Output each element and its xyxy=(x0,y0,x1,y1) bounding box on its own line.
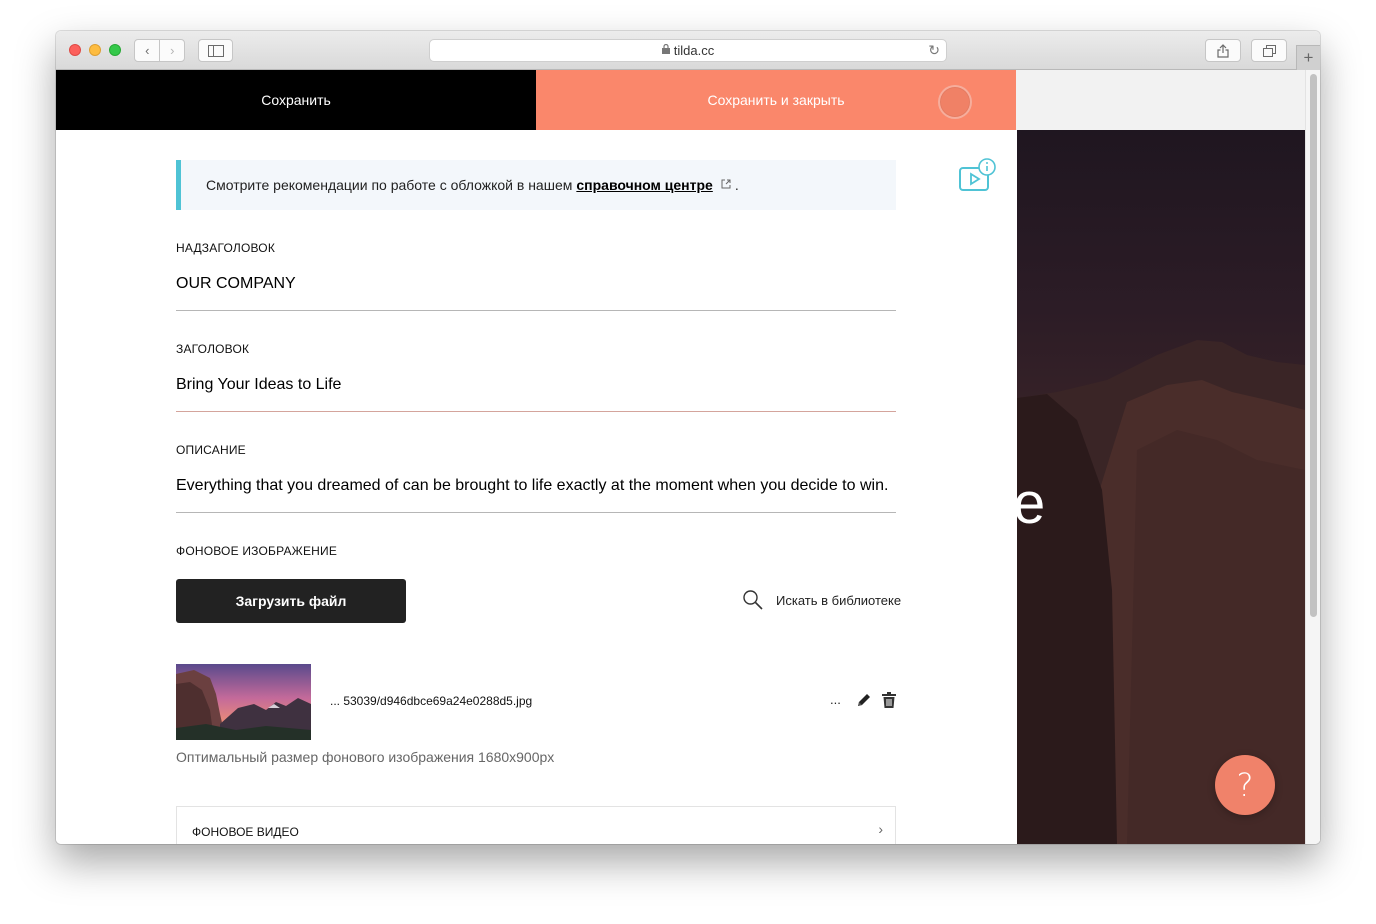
search-library-label: Искать в библиотеке xyxy=(776,592,902,608)
scrollbar-thumb[interactable] xyxy=(1310,74,1317,617)
file-name: ... 53039/d946dbce69a24e0288d5.jpg xyxy=(330,694,533,708)
chevron-right-icon: › xyxy=(878,821,883,837)
pencil-icon[interactable] xyxy=(856,692,872,713)
reload-icon[interactable]: ↻ xyxy=(928,42,940,59)
image-size-hint: Оптимальный размер фонового изображения … xyxy=(176,749,555,765)
preview-mountain-image xyxy=(1017,340,1305,844)
subtitle-input[interactable]: OUR COMPANY xyxy=(176,275,296,293)
new-tab-button[interactable]: + xyxy=(1296,45,1320,70)
sidebar-icon xyxy=(207,44,224,57)
lock-icon xyxy=(661,43,670,57)
browser-toolbar: ‹ › tilda.cc ↻ + xyxy=(56,31,1320,70)
description-input[interactable]: Everything that you dreamed of can be br… xyxy=(176,477,888,495)
share-button[interactable] xyxy=(1205,39,1241,62)
description-label: ОПИСАНИЕ xyxy=(176,443,246,457)
tabs-icon xyxy=(1262,44,1276,57)
loading-spinner xyxy=(938,85,972,119)
zoom-window-button[interactable] xyxy=(109,44,121,56)
background-video-section[interactable]: ФОНОВОЕ ВИДЕО › xyxy=(176,806,896,844)
tabs-overview-button[interactable] xyxy=(1251,39,1287,62)
editor-content: Сохранить Сохранить и закрыть Смотрите р… xyxy=(56,70,1320,844)
subtitle-label: НАДЗАГОЛОВОК xyxy=(176,241,276,255)
search-icon xyxy=(743,590,763,610)
title-label: ЗАГОЛОВОК xyxy=(176,342,250,356)
browser-window: ‹ › tilda.cc ↻ + Сохранить Сохранить и з… xyxy=(56,31,1320,844)
forward-icon[interactable]: › xyxy=(159,40,184,61)
subtitle-underline xyxy=(176,310,896,311)
trash-icon[interactable] xyxy=(882,692,896,713)
nav-buttons: ‹ › xyxy=(134,39,185,62)
background-image-label: ФОНОВОЕ ИЗОБРАЖЕНИЕ xyxy=(176,544,338,558)
help-notice: Смотрите рекомендации по работе с обложк… xyxy=(176,160,896,210)
title-input[interactable]: Bring Your Ideas to Life xyxy=(176,376,341,394)
close-window-button[interactable] xyxy=(69,44,81,56)
back-icon[interactable]: ‹ xyxy=(135,40,159,61)
preview-heading-fragment: e xyxy=(1017,471,1046,536)
notice-suffix: . xyxy=(734,177,739,193)
background-video-label: ФОНОВОЕ ВИДЕО xyxy=(192,825,299,839)
search-library-link[interactable]: Искать в библиотеке xyxy=(742,588,901,612)
minimize-window-button[interactable] xyxy=(89,44,101,56)
title-underline xyxy=(176,411,896,412)
save-button[interactable]: Сохранить xyxy=(56,70,536,130)
external-link-icon xyxy=(721,179,731,192)
sidebar-button[interactable] xyxy=(198,39,233,62)
scrollbar[interactable] xyxy=(1305,70,1320,844)
file-more-button[interactable]: ... xyxy=(830,692,841,707)
preview-header xyxy=(1016,70,1305,130)
background-image-thumbnail[interactable] xyxy=(176,664,311,740)
url-text: tilda.cc xyxy=(673,43,715,58)
help-button[interactable]: ? xyxy=(1215,755,1275,815)
help-center-link[interactable]: справочном центре xyxy=(576,177,712,193)
video-info-icon[interactable] xyxy=(958,158,998,194)
notice-text: Смотрите рекомендации по работе с обложк… xyxy=(206,177,573,193)
share-icon xyxy=(1217,43,1229,58)
upload-file-button[interactable]: Загрузить файл xyxy=(176,579,406,623)
live-preview: e xyxy=(1017,130,1305,844)
description-underline xyxy=(176,512,896,513)
address-bar[interactable]: tilda.cc ↻ xyxy=(429,39,947,62)
